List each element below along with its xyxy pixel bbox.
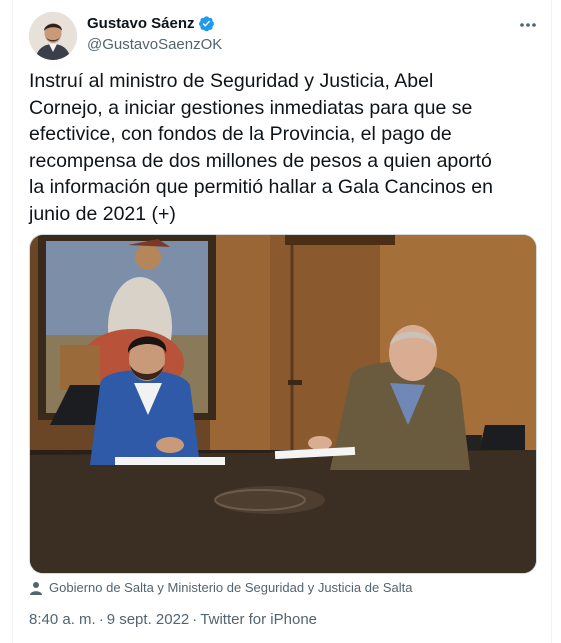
media-tagged-users[interactable]: Gobierno de Salta y Ministerio de Seguri… [29, 580, 412, 595]
tweet-time: 8:40 a. m. [29, 611, 96, 628]
more-horizontal-icon[interactable] [517, 14, 539, 36]
tweet-metadata: 8:40 a. m. · 9 sept. 2022 · Twitter for iPho… [29, 611, 317, 628]
verified-badge-icon [198, 15, 215, 32]
tweet-source-link[interactable]: Twitter for iPhone [200, 611, 317, 628]
author-display-name[interactable]: Gustavo Sáenz [87, 15, 195, 32]
tweet-card: Gustavo Sáenz @GustavoSaenzOK Instruí al… [12, 0, 552, 643]
tweet-date: 9 sept. 2022 [106, 611, 190, 628]
author-name-row: Gustavo Sáenz [87, 15, 215, 32]
tweet-photo[interactable] [29, 234, 537, 574]
meta-separator: · [98, 611, 104, 628]
avatar[interactable] [29, 12, 77, 60]
author-handle[interactable]: @GustavoSaenzOK [87, 36, 222, 53]
meta-separator: · [192, 611, 198, 628]
tweet-text: Instruí al ministro de Seguridad y Justi… [29, 70, 493, 225]
tagged-users-label: Gobierno de Salta y Ministerio de Seguri… [49, 580, 413, 595]
person-icon [29, 581, 43, 595]
tweet-timestamp-link[interactable]: 8:40 a. m. · 9 sept. 2022 [29, 611, 189, 628]
